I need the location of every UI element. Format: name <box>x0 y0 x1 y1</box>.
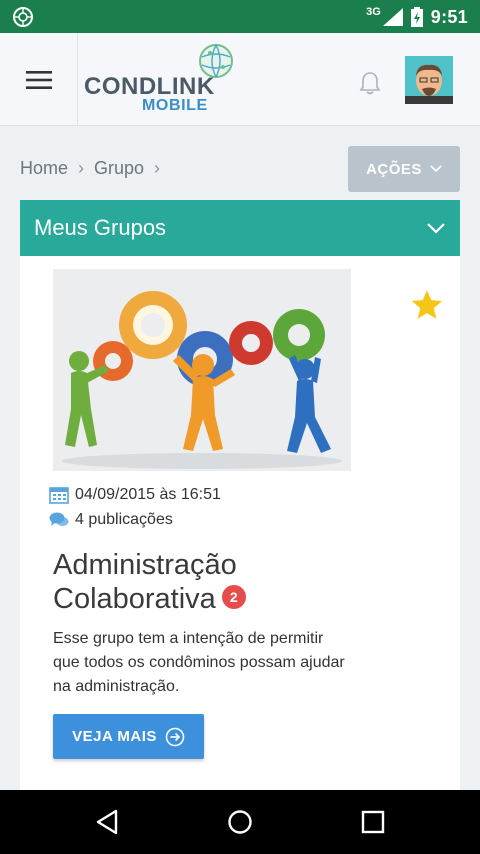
breadcrumb: Home › Grupo › <box>20 156 170 180</box>
app-header: CONDLINK MOBILE <box>0 33 480 126</box>
arrow-circle-right-icon <box>165 727 185 746</box>
logo-text-secondary: MOBILE <box>142 97 208 114</box>
group-date: 04/09/2015 às 16:51 <box>49 486 221 504</box>
veja-mais-label: VEJA MAIS <box>72 728 157 745</box>
group-description: Esse grupo tem a intenção de permitir qu… <box>53 630 345 695</box>
group-posts-text: 4 publicações <box>75 511 173 528</box>
app-icon <box>13 7 33 27</box>
menu-button[interactable] <box>0 33 78 126</box>
comments-icon <box>49 512 69 526</box>
panel-header[interactable]: Meus Grupos <box>20 200 460 256</box>
chevron-right-icon: › <box>154 157 161 178</box>
clock: 9:51 <box>430 6 468 27</box>
chevron-right-icon: › <box>78 157 85 178</box>
star-icon[interactable] <box>410 288 444 322</box>
group-posts: 4 publicações <box>49 511 173 529</box>
panel-title: Meus Grupos <box>34 215 167 240</box>
system-navigation-bar <box>0 790 480 854</box>
group-title-text: Administração Colaborativa <box>53 549 237 615</box>
bell-icon[interactable] <box>359 71 381 95</box>
avatar[interactable] <box>405 56 453 104</box>
notification-badge: 2 <box>221 585 246 610</box>
menu-icon <box>25 70 52 89</box>
recents-icon[interactable] <box>359 808 387 836</box>
actions-label: AÇÕES <box>366 160 422 178</box>
chevron-down-icon <box>430 165 442 173</box>
home-icon[interactable] <box>226 808 254 836</box>
chevron-down-icon[interactable] <box>426 218 446 238</box>
signal-icon <box>382 8 403 26</box>
group-date-text: 04/09/2015 às 16:51 <box>75 486 221 503</box>
group-image[interactable] <box>53 269 351 471</box>
veja-mais-button[interactable]: VEJA MAIS <box>53 714 204 759</box>
back-icon[interactable] <box>94 808 122 836</box>
actions-dropdown-button[interactable]: AÇÕES <box>348 146 460 192</box>
status-bar: 3G 9:51 <box>0 0 480 33</box>
breadcrumb-grupo[interactable]: Grupo <box>94 158 144 179</box>
group-title[interactable]: Administração Colaborativa 2 <box>53 548 353 616</box>
calendar-icon <box>49 487 69 504</box>
breadcrumb-home[interactable]: Home <box>20 158 68 179</box>
battery-icon <box>410 7 423 27</box>
condlink-logo: CONDLINK MOBILE <box>84 43 244 119</box>
network-type: 3G <box>366 6 381 18</box>
